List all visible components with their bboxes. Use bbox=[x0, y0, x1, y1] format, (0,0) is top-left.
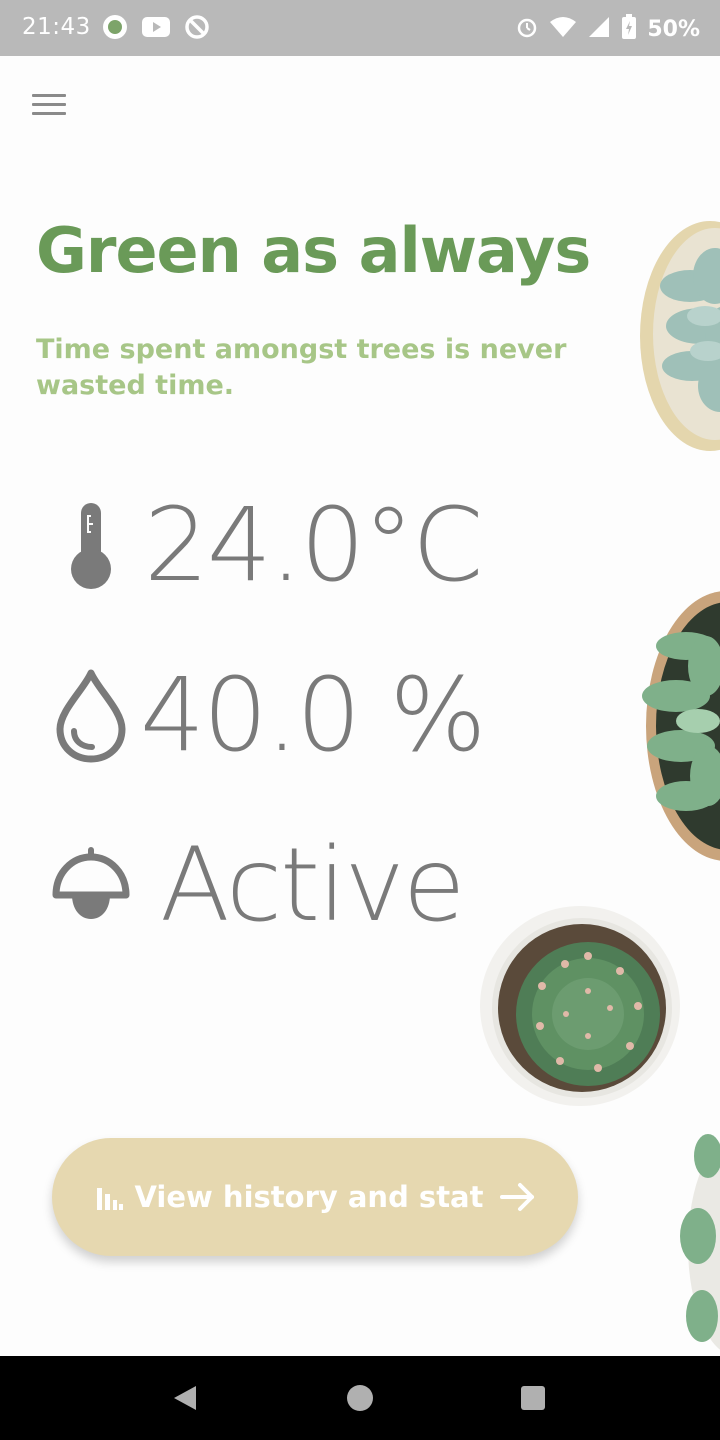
succulent-bottom-image bbox=[680, 1134, 720, 1350]
page-title: Green as always bbox=[36, 214, 591, 287]
temperature-value: 24.0°C bbox=[144, 486, 483, 605]
notification-icons bbox=[102, 14, 210, 40]
sync-icon bbox=[184, 14, 210, 40]
humidity-value: 40.0 % bbox=[140, 656, 486, 775]
water-drop-icon bbox=[46, 669, 136, 763]
status-bar: 21:43 50% bbox=[0, 0, 720, 56]
arrow-right-icon bbox=[499, 1182, 536, 1212]
cell-signal-icon bbox=[587, 15, 611, 43]
status-time: 21:43 bbox=[22, 14, 91, 40]
battery-charging-icon bbox=[621, 14, 637, 44]
navigation-bar bbox=[0, 1356, 720, 1440]
back-icon[interactable] bbox=[170, 1384, 198, 1417]
recents-icon[interactable] bbox=[519, 1384, 547, 1417]
bar-chart-icon bbox=[95, 1182, 125, 1212]
view-history-button[interactable]: View history and stat bbox=[52, 1138, 578, 1256]
humidity-reading: 40.0 % bbox=[46, 656, 486, 775]
thermometer-icon bbox=[46, 501, 136, 591]
menu-line bbox=[32, 103, 66, 106]
temperature-reading: 24.0°C bbox=[46, 486, 483, 605]
succulent-top-image bbox=[640, 221, 720, 451]
hamburger-menu-icon[interactable] bbox=[32, 94, 66, 120]
cactus-image bbox=[480, 906, 680, 1106]
app-content: Green as always Time spent amongst trees… bbox=[0, 56, 720, 1356]
wifi-icon bbox=[549, 16, 577, 42]
alarm-icon bbox=[515, 15, 539, 43]
status-right: 50% bbox=[515, 14, 700, 44]
home-icon[interactable] bbox=[346, 1384, 374, 1417]
light-reading: Active bbox=[46, 826, 466, 945]
page-subtitle: Time spent amongst trees is never wasted… bbox=[36, 334, 567, 401]
menu-line bbox=[32, 94, 66, 97]
app-notification-icon bbox=[102, 14, 128, 40]
light-status-value: Active bbox=[160, 826, 466, 945]
view-history-label: View history and stat bbox=[134, 1180, 484, 1214]
battery-percent: 50% bbox=[647, 16, 700, 42]
menu-line bbox=[32, 112, 66, 115]
youtube-icon bbox=[142, 16, 170, 38]
succulent-middle-image bbox=[642, 591, 720, 861]
lamp-icon bbox=[46, 845, 136, 927]
